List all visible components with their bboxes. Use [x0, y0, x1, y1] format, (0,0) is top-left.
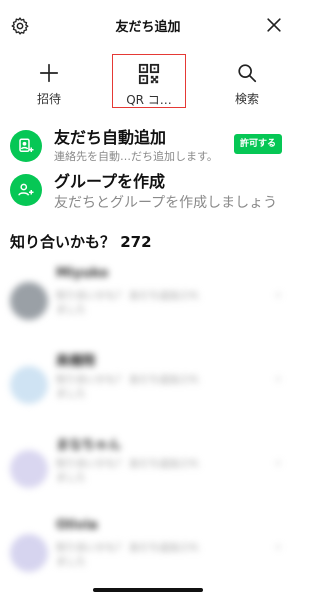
- qr-code-label: QR コ…: [126, 93, 172, 107]
- avatar: [10, 366, 48, 404]
- list-item[interactable]: Miyuko 知り合いかも？ 友だち追加されました ⁺: [0, 260, 296, 344]
- add-friend-icon[interactable]: ⁺: [275, 458, 282, 474]
- create-group-row[interactable]: グループを作成 友だちとグループを作成しましょう: [0, 164, 296, 216]
- friend-description: 知り合いかも？ 友だち追加されました: [56, 375, 200, 400]
- qr-code-button[interactable]: QR コ…: [112, 54, 186, 108]
- add-friend-icon[interactable]: ⁺: [275, 542, 282, 558]
- friend-name: Olivia: [56, 518, 98, 533]
- page-title: 友だち追加: [115, 20, 181, 35]
- add-method-bar: 招待 QR コ… 検索: [0, 52, 296, 116]
- avatar: [10, 282, 48, 320]
- search-button[interactable]: 検索: [210, 52, 284, 110]
- auto-add-title: 友だち自動追加: [54, 128, 167, 147]
- create-group-title: グループを作成: [54, 172, 166, 191]
- friend-description: 知り合いかも？ 友だち追加されました: [56, 459, 200, 484]
- invite-button[interactable]: 招待: [12, 52, 86, 110]
- add-friend-icon[interactable]: ⁺: [275, 290, 282, 306]
- auto-add-icon: [10, 130, 42, 162]
- friend-suggestion-list: Miyuko 知り合いかも？ 友だち追加されました ⁺ 高橋翔 知り合いかも？ …: [0, 260, 296, 600]
- add-friend-icon[interactable]: ⁺: [275, 374, 282, 390]
- create-group-subtitle: 友だちとグループを作成しましょう: [54, 195, 278, 211]
- plus-icon: [39, 63, 59, 83]
- friend-name: まなちゃん: [56, 438, 122, 453]
- qr-code-icon: [138, 63, 160, 85]
- group-icon: [10, 174, 42, 206]
- auto-add-subtitle: 連絡先を自動…だち追加します。: [54, 150, 218, 163]
- invite-label: 招待: [36, 92, 61, 106]
- friend-description: 知り合いかも？ 友だち追加されました: [56, 291, 200, 316]
- search-label: 検索: [234, 92, 259, 106]
- list-item[interactable]: Olivia 知り合いかも？ 友だち追加されました ⁺: [0, 512, 296, 596]
- list-item[interactable]: 高橋翔 知り合いかも？ 友だち追加されました ⁺: [0, 344, 296, 428]
- home-indicator[interactable]: [93, 588, 203, 592]
- friend-description: 知り合いかも？ 友だち追加されました: [56, 543, 200, 568]
- avatar: [10, 534, 48, 572]
- friend-name: Miyuko: [56, 266, 109, 281]
- close-icon[interactable]: [264, 15, 284, 35]
- allow-button[interactable]: 許可する: [234, 134, 282, 154]
- avatar: [10, 450, 48, 488]
- list-item[interactable]: まなちゃん 知り合いかも？ 友だち追加されました ⁺: [0, 428, 296, 512]
- friend-name: 高橋翔: [56, 354, 96, 369]
- section-title: 知り合いかも？ 272: [10, 233, 152, 251]
- header: 友だち追加: [0, 0, 296, 50]
- search-icon: [238, 64, 257, 83]
